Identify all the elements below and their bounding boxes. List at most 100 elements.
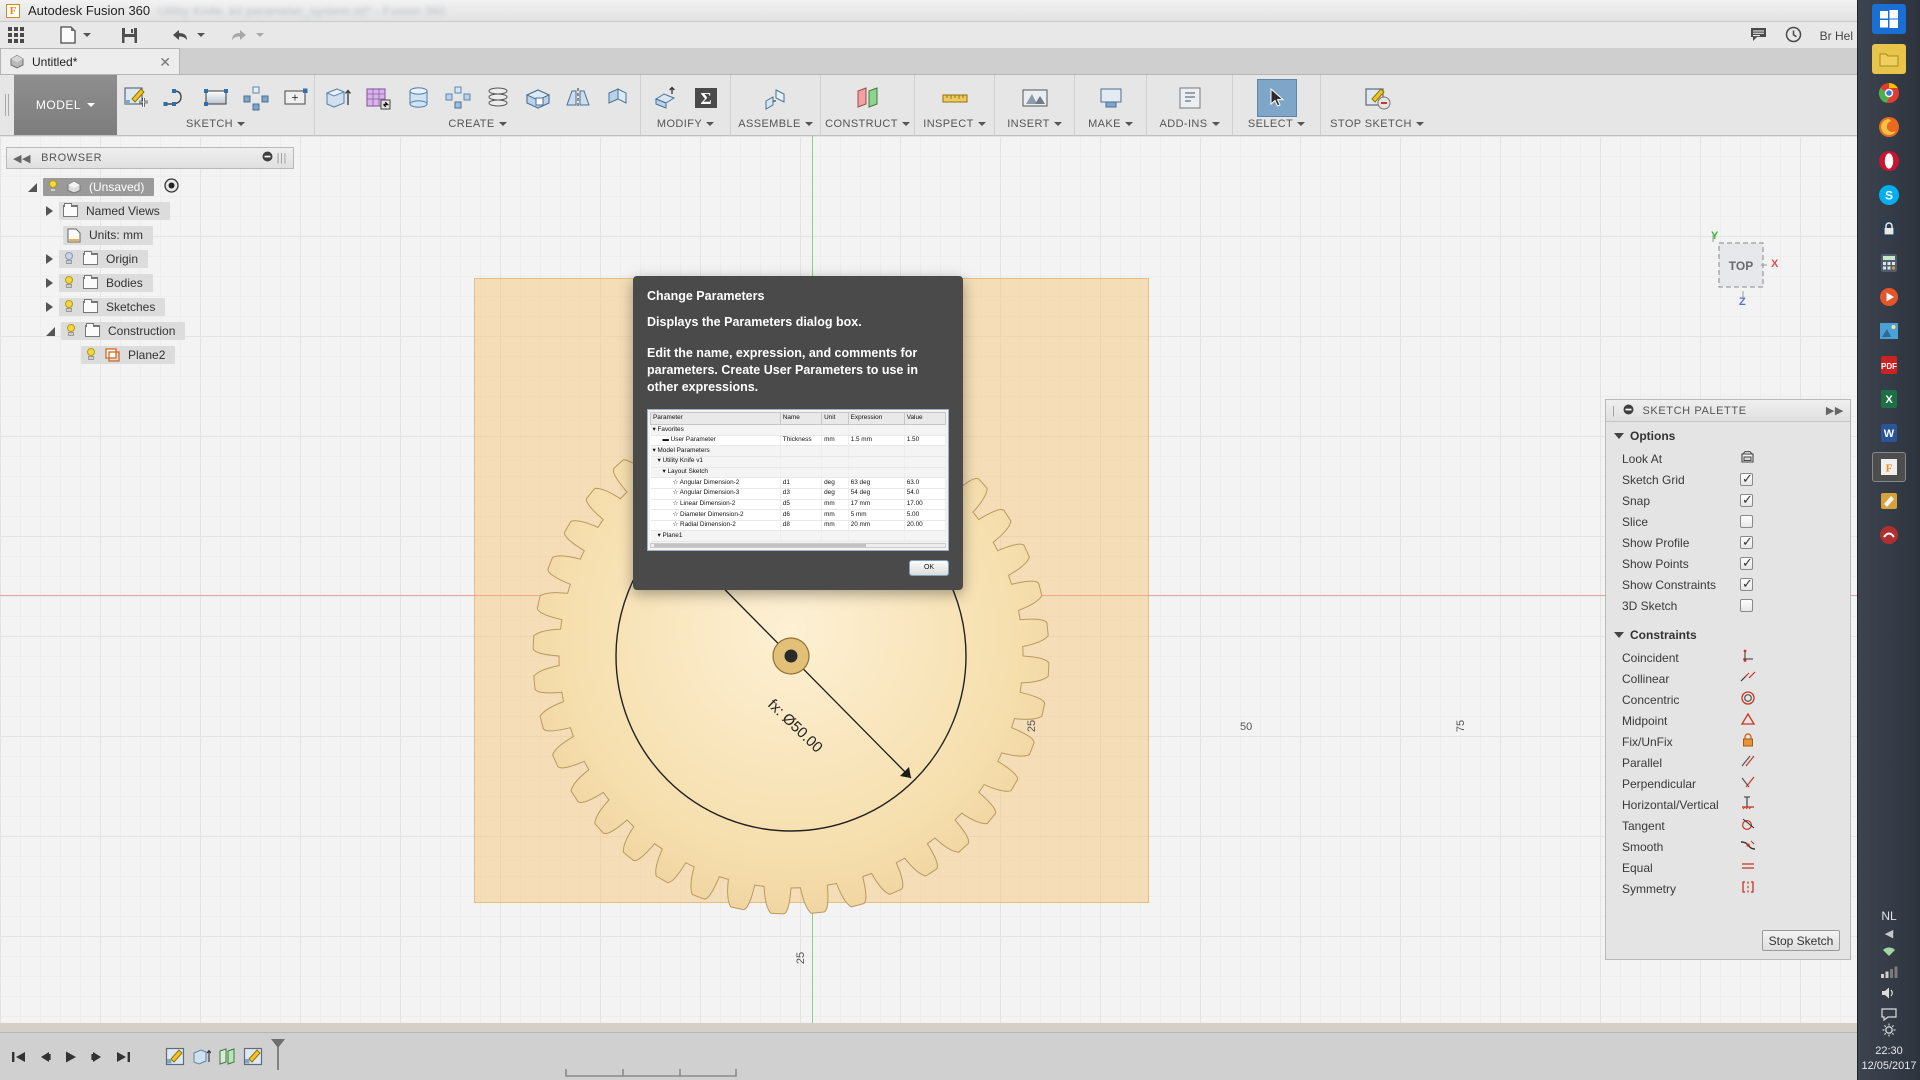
- expander-right-icon[interactable]: [46, 302, 53, 312]
- ribbon-group-label-stop-sketch[interactable]: STOP SKETCH: [1330, 115, 1424, 133]
- folder-icon[interactable]: [1872, 44, 1906, 74]
- panel-grip-icon[interactable]: |||: [277, 152, 287, 164]
- loft-icon[interactable]: [438, 79, 478, 117]
- browser-item-origin[interactable]: Origin: [6, 247, 294, 271]
- photo-viewer-icon[interactable]: [1872, 316, 1906, 346]
- sketch2-feature-icon[interactable]: [242, 1046, 264, 1068]
- constraint-collinear[interactable]: Collinear: [1606, 668, 1850, 689]
- snap-checkbox[interactable]: [1740, 492, 1753, 508]
- action-center-icon[interactable]: [1880, 1007, 1898, 1024]
- play-icon[interactable]: [60, 1046, 82, 1068]
- polygon-icon[interactable]: [236, 79, 276, 117]
- expander-down-icon[interactable]: [28, 182, 37, 192]
- visibility-bulb-icon[interactable]: [63, 300, 75, 314]
- ribbon-grip[interactable]: [0, 75, 14, 135]
- chrome-icon[interactable]: [1872, 78, 1906, 108]
- options-section-header[interactable]: Options: [1606, 422, 1850, 448]
- constraint-concentric[interactable]: Concentric: [1606, 689, 1850, 710]
- redo-icon[interactable]: [229, 28, 264, 42]
- sketch-grid-checkbox[interactable]: [1740, 471, 1753, 487]
- joint-icon[interactable]: [756, 79, 796, 117]
- look-at-icon[interactable]: [1740, 450, 1755, 467]
- sketch-feature-icon[interactable]: [164, 1046, 186, 1068]
- view-cube[interactable]: TOP Y X Z: [1695, 221, 1791, 309]
- browser-item-plane2[interactable]: Plane2: [6, 343, 294, 367]
- expander-right-icon[interactable]: [46, 278, 53, 288]
- midpoint-icon[interactable]: [1740, 712, 1756, 729]
- palette-option-show-constraints[interactable]: Show Constraints: [1606, 574, 1850, 595]
- equal-icon[interactable]: [1740, 859, 1756, 876]
- constraint-symmetry[interactable]: Symmetry: [1606, 878, 1850, 899]
- volume-icon[interactable]: [1880, 986, 1898, 1003]
- history-clock-icon[interactable]: [1785, 26, 1802, 46]
- parallel-icon[interactable]: [1740, 754, 1756, 771]
- ribbon-group-label-create[interactable]: CREATE: [448, 115, 507, 133]
- tangent-icon[interactable]: [1740, 817, 1756, 834]
- ribbon-group-label-select[interactable]: SELECT: [1248, 115, 1306, 133]
- go-to-beginning-icon[interactable]: [8, 1046, 30, 1068]
- table-row[interactable]: ▾ Model Parameters: [650, 445, 947, 457]
- perpendicular-icon[interactable]: [1740, 775, 1756, 792]
- security-lock-icon[interactable]: [1872, 214, 1906, 244]
- create-sketch-icon[interactable]: [116, 79, 156, 117]
- comment-icon[interactable]: [1750, 27, 1767, 45]
- palette-option-slice[interactable]: Slice: [1606, 511, 1850, 532]
- revolve-icon[interactable]: [358, 79, 398, 117]
- ribbon-group-label-addins[interactable]: ADD-INS: [1159, 115, 1220, 133]
- calculator-icon[interactable]: [1872, 248, 1906, 278]
- table-row[interactable]: ▾ Plane1: [650, 530, 947, 543]
- constraint-equal[interactable]: Equal: [1606, 857, 1850, 878]
- activate-component-radio[interactable]: [164, 178, 180, 196]
- browser-item-units[interactable]: Units: mm: [6, 223, 294, 247]
- settings-gear-icon[interactable]: [1882, 1023, 1896, 1042]
- constraint-perpendicular[interactable]: Perpendicular: [1606, 773, 1850, 794]
- lock-icon[interactable]: [1740, 733, 1756, 750]
- constraint-smooth[interactable]: Smooth: [1606, 836, 1850, 857]
- ribbon-group-label-sketch[interactable]: SKETCH: [186, 115, 246, 133]
- palette-option-snap[interactable]: Snap: [1606, 490, 1850, 511]
- show-points-checkbox[interactable]: [1740, 555, 1753, 571]
- constraint-fix-unfix[interactable]: Fix/UnFix: [1606, 731, 1850, 752]
- table-row[interactable]: ▬ User Parameter Thickness mm 1.5 mm 1.50: [650, 435, 947, 447]
- app-grid-icon[interactable]: [8, 27, 24, 43]
- table-row[interactable]: ▾ Favorites: [650, 424, 947, 436]
- signal-icon[interactable]: [1880, 965, 1898, 982]
- palette-option-show-points[interactable]: Show Points: [1606, 553, 1850, 574]
- browser-item-named-views[interactable]: Named Views: [6, 199, 294, 223]
- select-icon[interactable]: [1256, 79, 1297, 117]
- ribbon-group-label-assemble[interactable]: ASSEMBLE: [738, 115, 813, 133]
- visibility-bulb-icon[interactable]: [47, 180, 59, 194]
- windows-icon[interactable]: [1872, 4, 1906, 34]
- expander-right-icon[interactable]: [46, 254, 53, 264]
- slice-checkbox[interactable]: [1740, 515, 1753, 528]
- visibility-bulb-icon[interactable]: [85, 348, 97, 362]
- horizontal-scrollbar[interactable]: [650, 543, 946, 549]
- table-row[interactable]: ☆ Diameter Dimension-2 d6 mm 5 mm 5.00: [650, 509, 947, 521]
- panel-grip-icon[interactable]: |: [1612, 405, 1615, 417]
- table-row[interactable]: ▾ Layout Sketch: [650, 467, 947, 479]
- constraint-parallel[interactable]: Parallel: [1606, 752, 1850, 773]
- workspace-selector[interactable]: MODEL: [14, 75, 117, 135]
- paint-icon[interactable]: [1872, 486, 1906, 516]
- media-player-icon[interactable]: [1872, 282, 1906, 312]
- 3d-sketch-checkbox[interactable]: [1740, 599, 1753, 612]
- constraints-section-header[interactable]: Constraints: [1606, 621, 1850, 647]
- palette-option-show-profile[interactable]: Show Profile: [1606, 532, 1850, 553]
- collinear-icon[interactable]: [1740, 670, 1756, 687]
- skype-icon[interactable]: S: [1872, 180, 1906, 210]
- ribbon-group-label-inspect[interactable]: INSPECT: [923, 115, 986, 133]
- browser-item-construction[interactable]: Construction: [6, 319, 294, 343]
- save-icon[interactable]: [121, 27, 138, 44]
- ribbon-group-label-modify[interactable]: MODIFY: [657, 115, 715, 133]
- firefox-icon[interactable]: [1872, 112, 1906, 142]
- table-row[interactable]: ▾ Utility Knife v1: [650, 456, 947, 468]
- document-tab[interactable]: Untitled* ✕: [0, 48, 180, 74]
- app-icon[interactable]: [1872, 520, 1906, 550]
- visibility-bulb-icon[interactable]: [65, 324, 77, 338]
- measure-icon[interactable]: [935, 79, 975, 117]
- visibility-bulb-icon[interactable]: [63, 276, 75, 290]
- show-constraints-checkbox[interactable]: [1740, 576, 1753, 592]
- smooth-icon[interactable]: [1740, 838, 1756, 855]
- expander-down-icon[interactable]: [46, 326, 55, 336]
- visibility-bulb-icon[interactable]: [63, 252, 75, 266]
